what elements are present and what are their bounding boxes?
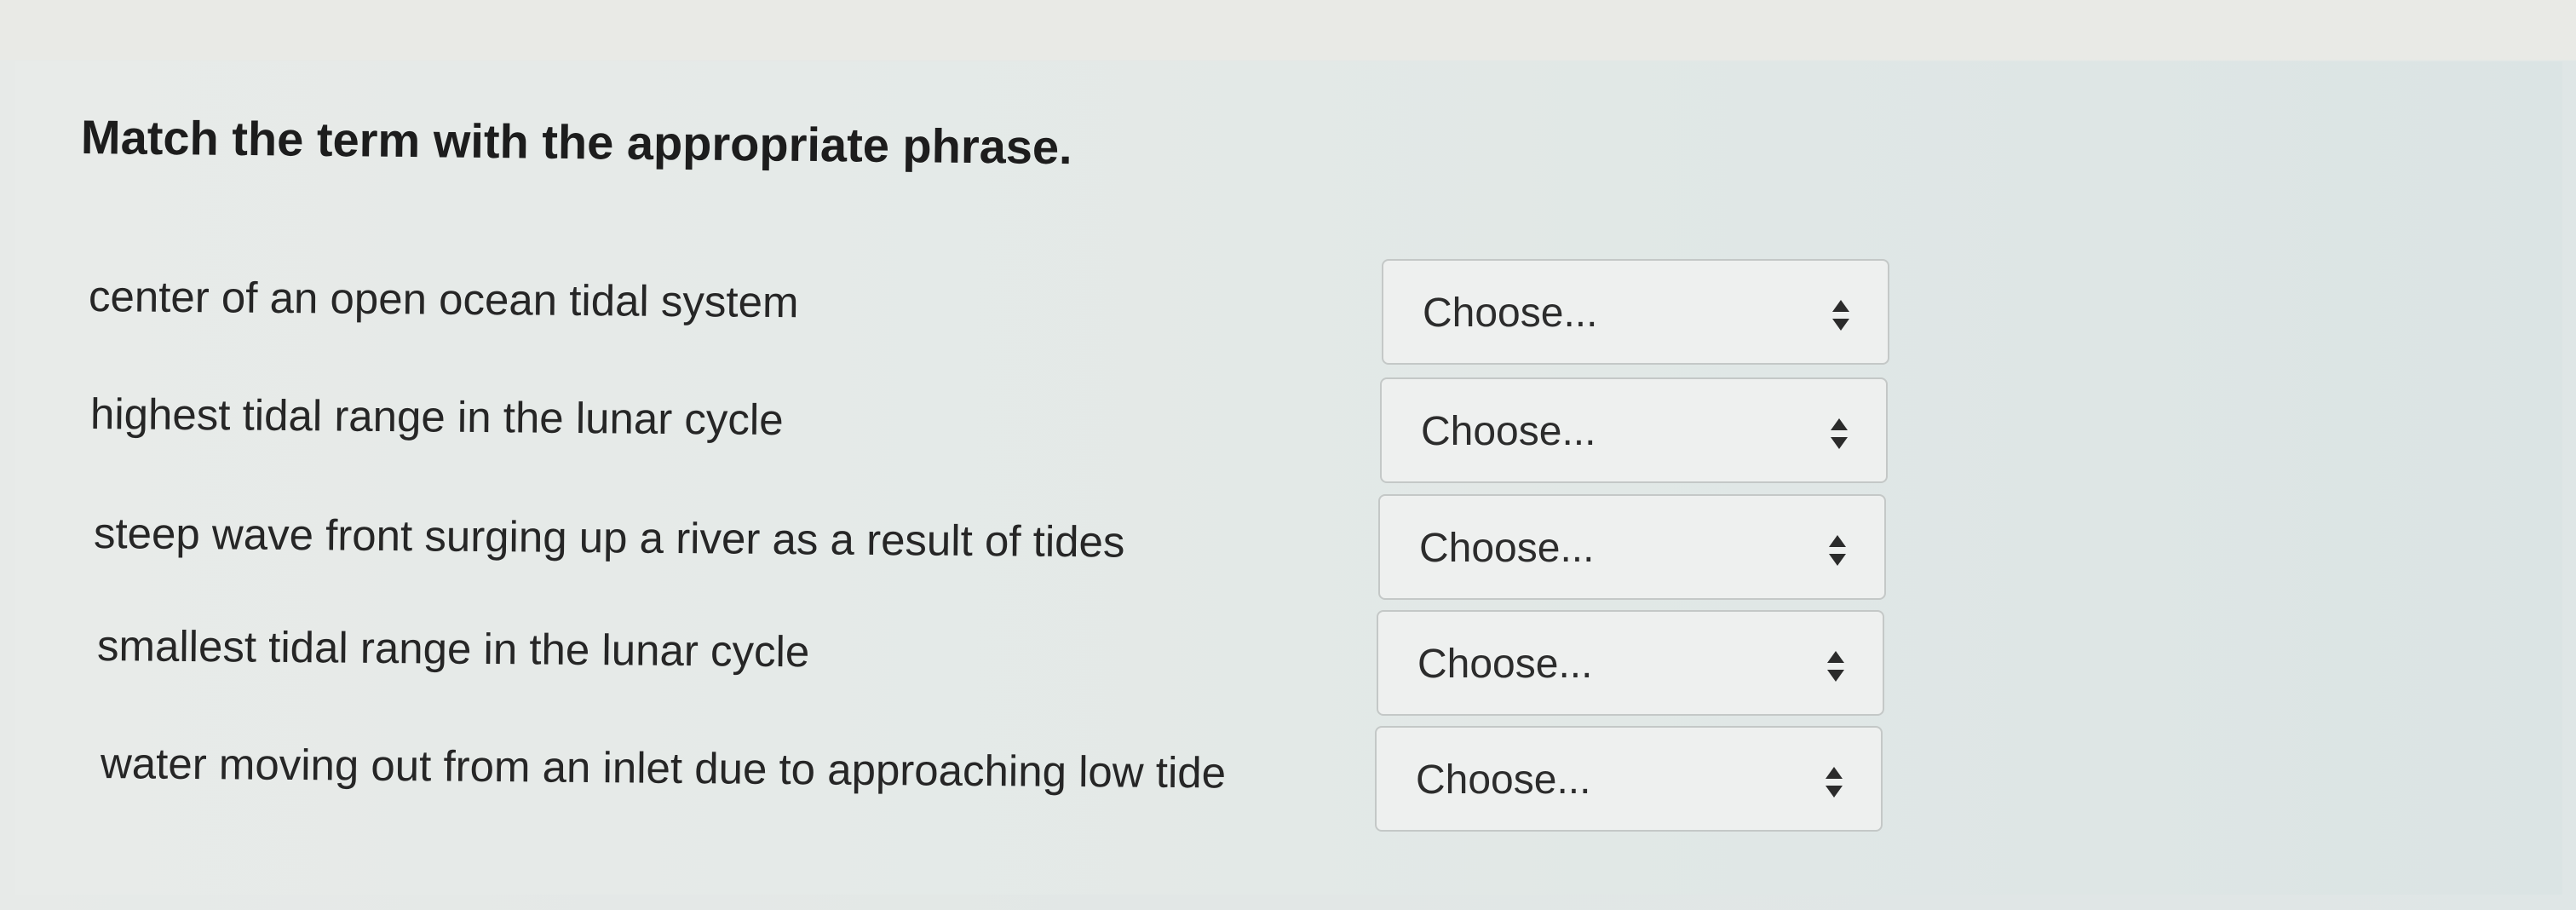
select-value-2: Choose... — [1421, 409, 1596, 454]
answer-select-4[interactable]: Choose... — [1377, 610, 1884, 716]
select-value-5: Choose... — [1416, 757, 1591, 803]
term-label-3: steep wave front surging up a river as a… — [93, 509, 1125, 567]
up-down-arrows-icon — [1831, 418, 1848, 449]
select-value-3: Choose... — [1419, 526, 1595, 571]
up-down-arrows-icon — [1832, 300, 1849, 331]
up-down-arrows-icon — [1829, 535, 1846, 566]
term-label-5: water moving out from an inlet due to ap… — [100, 739, 1227, 798]
term-label-4: smallest tidal range in the lunar cycle — [96, 621, 810, 677]
question-title: Match the term with the appropriate phra… — [80, 110, 1073, 175]
up-down-arrows-icon — [1826, 767, 1843, 798]
page-background: Match the term with the appropriate phra… — [0, 0, 2576, 910]
term-label-2: highest tidal range in the lunar cycle — [89, 389, 784, 445]
answer-select-3[interactable]: Choose... — [1378, 494, 1886, 600]
term-label-1: center of an open ocean tidal system — [88, 272, 799, 327]
up-down-arrows-icon — [1827, 651, 1844, 682]
answer-select-5[interactable]: Choose... — [1375, 726, 1883, 832]
answer-select-1[interactable]: Choose... — [1382, 259, 1889, 365]
select-value-4: Choose... — [1417, 642, 1593, 687]
select-value-1: Choose... — [1423, 291, 1598, 336]
answer-select-2[interactable]: Choose... — [1380, 377, 1888, 483]
